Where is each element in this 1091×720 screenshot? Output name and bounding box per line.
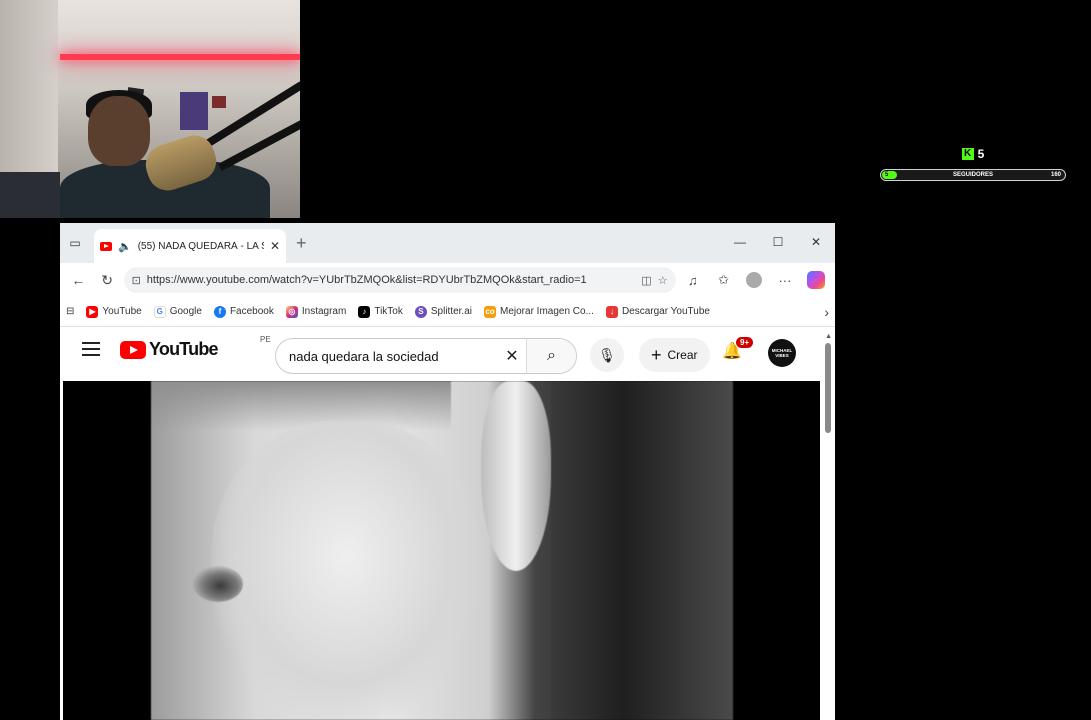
copilot-icon[interactable] xyxy=(802,267,829,293)
bookmark-tiktok[interactable]: ♪ TikTok xyxy=(358,305,403,318)
webcam-feed xyxy=(0,0,300,218)
address-bar-row: ← ↻ ⊡ https://www.youtube.com/watch?v=YU… xyxy=(60,263,835,297)
more-menu-icon[interactable]: ··· xyxy=(772,267,799,293)
maximize-icon[interactable]: ☐ xyxy=(759,223,797,261)
video-player[interactable] xyxy=(63,381,820,720)
youtube-header: YouTube PE nada quedara la sociedad ✕ ⌕ … xyxy=(60,327,835,379)
follower-label: SEGUIDORES xyxy=(952,172,993,178)
download-youtube-icon: ↓ xyxy=(605,305,618,318)
kick-icon: K xyxy=(961,148,974,160)
plus-icon: + xyxy=(651,344,662,365)
tab-actions-icon[interactable]: ▭ xyxy=(66,235,84,251)
avatar-text: MICHAEL VIBES xyxy=(771,348,793,358)
follower-goal-widget: K 5 5 SEGUIDORES 160 xyxy=(880,146,1066,181)
instagram-icon: ◎ xyxy=(285,305,298,318)
video-frame xyxy=(151,381,733,720)
split-screen-icon[interactable]: ◫ xyxy=(641,274,651,287)
bookmark-youtube[interactable]: ▶ YouTube xyxy=(86,305,142,318)
back-icon[interactable]: ← xyxy=(66,267,91,293)
refresh-icon[interactable]: ↻ xyxy=(95,267,120,293)
url-text: https://www.youtube.com/watch?v=YUbrTbZM… xyxy=(146,274,587,286)
stream-canvas: K 5 5 SEGUIDORES 160 ▭ 🔈 (55) NADA QUEDA… xyxy=(0,0,1091,720)
minimize-icon[interactable]: — xyxy=(721,223,759,261)
active-tab[interactable]: 🔈 (55) NADA QUEDARÁ - LA SOCIEDAD ✕ xyxy=(94,229,286,263)
follower-count-value: 5 xyxy=(977,147,985,161)
youtube-wordmark: YouTube xyxy=(149,339,219,359)
chevron-right-icon[interactable]: › xyxy=(824,304,829,320)
menu-icon[interactable] xyxy=(82,342,100,356)
streamer xyxy=(88,96,150,166)
close-tab-icon[interactable]: ✕ xyxy=(270,239,280,253)
speaker-icon[interactable]: 🔈 xyxy=(118,240,132,253)
tiktok-icon: ♪ xyxy=(358,305,371,318)
voice-search-icon[interactable]: 🎙 xyxy=(590,338,624,372)
create-button[interactable]: + Crear xyxy=(639,338,710,372)
follower-count: K 5 xyxy=(880,146,1066,162)
create-label: Crear xyxy=(667,348,698,362)
close-window-icon[interactable]: ✕ xyxy=(797,223,835,261)
new-tab-icon[interactable]: + xyxy=(296,233,307,254)
youtube-play-icon xyxy=(120,340,146,359)
youtube-favicon-icon xyxy=(100,241,112,251)
enhance-icon: co xyxy=(484,305,496,318)
google-icon: G xyxy=(153,305,166,318)
follower-goal: 160 xyxy=(1050,172,1061,178)
browser-window: ▭ 🔈 (55) NADA QUEDARÁ - LA SOCIEDAD ✕ + … xyxy=(60,223,835,720)
bookmark-descargar-youtube[interactable]: ↓ Descargar YouTube xyxy=(605,305,710,318)
scroll-up-arrow-icon[interactable]: ▲ xyxy=(825,333,832,340)
youtube-icon: ▶ xyxy=(86,305,99,318)
clear-search-icon[interactable]: ✕ xyxy=(498,346,526,366)
account-avatar[interactable]: MICHAEL VIBES xyxy=(768,339,796,367)
country-code: PE xyxy=(260,335,271,344)
bookmark-mejorar-imagen[interactable]: co Mejorar Imagen Co... xyxy=(484,305,594,318)
bookmark-google[interactable]: G Google xyxy=(153,305,202,318)
facebook-icon: f xyxy=(213,305,226,318)
bookmark-instagram[interactable]: ◎ Instagram xyxy=(285,305,346,318)
favorite-star-icon[interactable]: ☆ xyxy=(658,274,668,287)
bookmark-facebook[interactable]: f Facebook xyxy=(213,305,274,318)
search-box[interactable]: nada quedara la sociedad ✕ ⌕ xyxy=(275,338,577,374)
bookmark-splitter[interactable]: S Splitter.ai xyxy=(414,305,472,318)
search-icon[interactable]: ⌕ xyxy=(526,339,576,373)
tab-title: (55) NADA QUEDARÁ - LA SOCIEDAD xyxy=(137,240,264,252)
neon-light xyxy=(60,54,300,60)
bookmarks-bar: ⊟ ▶ YouTube G Google f Facebook ◎ Instag… xyxy=(60,297,835,327)
favorites-icon[interactable]: ✩ xyxy=(710,267,737,293)
bookmarks-menu-icon[interactable]: ⊟ xyxy=(66,306,74,317)
address-bar[interactable]: ⊡ https://www.youtube.com/watch?v=YUbrTb… xyxy=(123,267,676,293)
site-info-icon[interactable]: ⊡ xyxy=(132,274,141,287)
notification-badge: 9+ xyxy=(736,337,754,348)
tab-bar: ▭ 🔈 (55) NADA QUEDARÁ - LA SOCIEDAD ✕ + … xyxy=(60,223,835,263)
follower-progress-bar: 5 SEGUIDORES 160 xyxy=(880,169,1066,181)
media-control-icon[interactable]: ♫ xyxy=(680,267,707,293)
profile-icon[interactable] xyxy=(741,267,768,293)
search-input[interactable]: nada quedara la sociedad xyxy=(276,349,498,364)
youtube-logo[interactable]: YouTube PE xyxy=(120,335,271,360)
scrollbar-thumb[interactable] xyxy=(825,343,831,433)
splitter-icon: S xyxy=(414,305,427,318)
